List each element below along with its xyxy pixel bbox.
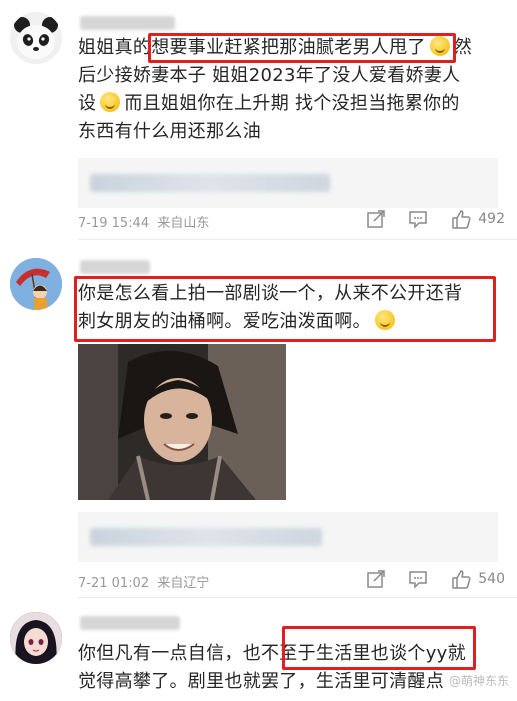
anime-avatar-image bbox=[10, 612, 62, 664]
username-blurred[interactable] bbox=[80, 16, 175, 30]
highlight-box bbox=[148, 33, 456, 63]
quoted-content-blurred[interactable] bbox=[78, 512, 498, 562]
comment-button[interactable] bbox=[408, 209, 428, 229]
comment-1: 姐姐真的想要事业赶紧把那油腻老男人甩了然 后少接娇妻本子 姐姐2023年了没人爱… bbox=[0, 0, 517, 240]
share-button[interactable] bbox=[366, 209, 386, 229]
comment-1-text-part: 而且姐姐你在上升期 找个没担当拖累你的 bbox=[124, 93, 460, 114]
blurred-quote-text bbox=[90, 528, 322, 546]
comment-2: 你是怎么看上拍一部剧谈一个，从来不公开还背 刺女朋友的油桶啊。爱吃油泼面啊。 7… bbox=[0, 240, 517, 598]
comment-icon bbox=[409, 211, 428, 229]
like-count: 540 bbox=[478, 571, 505, 587]
like-button[interactable]: 492 bbox=[450, 208, 505, 230]
think-emoji-icon bbox=[100, 92, 121, 112]
comment-1-text-part: 东西有什么用还那么油 bbox=[78, 121, 261, 142]
comment-1-text-part: 姐姐真的 bbox=[78, 37, 152, 58]
highlight-box bbox=[282, 626, 476, 670]
comment-3-text-part: 你但凡有一点自信，也 bbox=[78, 643, 261, 664]
cartoon-avatar-image bbox=[10, 258, 62, 310]
comment-1-text-part: 然 bbox=[453, 37, 473, 58]
panda-avatar-image bbox=[10, 12, 62, 64]
like-button[interactable]: 540 bbox=[450, 568, 505, 590]
comment-1-meta: 7-19 15:44 来自山东 bbox=[78, 212, 209, 231]
comment-button[interactable] bbox=[408, 569, 428, 589]
comment-3-text-part: 觉得高攀了。剧里也就罢了，生活里可清 bbox=[78, 671, 408, 692]
avatar-anime[interactable] bbox=[10, 612, 62, 664]
username-blurred[interactable] bbox=[80, 616, 180, 630]
comment-3-text-part: 醒点 bbox=[407, 671, 445, 692]
comment-1-line-3: 设 而且姐姐你在上升期 找个没担当拖累你的 bbox=[78, 90, 508, 118]
avatar-panda[interactable] bbox=[10, 12, 62, 64]
username-blurred[interactable] bbox=[80, 260, 150, 274]
comment-2-meta: 7-21 01:02 来自辽宁 bbox=[78, 572, 209, 591]
quoted-content-blurred[interactable] bbox=[78, 158, 498, 208]
comment-2-actions: 540 bbox=[366, 568, 505, 590]
comment-1-line-2: 后少接娇妻本子 姐姐2023年了没人爱看娇妻人 bbox=[78, 62, 508, 90]
share-icon bbox=[367, 570, 386, 588]
comment-1-line-4: 东西有什么用还那么油 bbox=[78, 118, 508, 146]
photo-man-in-costume bbox=[78, 344, 286, 500]
location: 来自山东 bbox=[157, 216, 210, 231]
share-button[interactable] bbox=[366, 569, 386, 589]
comment-1-text-part: 后少接娇妻本子 姐姐2023年了没人爱看娇妻人 bbox=[78, 65, 461, 86]
comment-1-actions: 492 bbox=[366, 208, 505, 230]
highlight-box bbox=[74, 276, 496, 342]
comment-3-line-2: 觉得高攀了。剧里也就罢了，生活里可清醒点 bbox=[78, 668, 508, 696]
comment-3: 你但凡有一点自信，也不至于生活里也谈个yy就 觉得高攀了。剧里也就罢了，生活里可… bbox=[0, 598, 517, 701]
comment-1-text-part: 设 bbox=[78, 93, 97, 114]
thumbs-up-icon bbox=[452, 210, 471, 229]
comment-icon bbox=[409, 571, 428, 589]
location: 来自辽宁 bbox=[157, 576, 210, 591]
drama-still-image[interactable] bbox=[78, 344, 286, 500]
timestamp: 7-21 01:02 bbox=[78, 576, 150, 591]
share-icon bbox=[367, 210, 386, 228]
watermark-text: @萌神东东 bbox=[448, 674, 509, 688]
blurred-quote-text bbox=[90, 174, 330, 192]
timestamp: 7-19 15:44 bbox=[78, 216, 150, 231]
like-count: 492 bbox=[478, 211, 505, 227]
avatar-cartoon[interactable] bbox=[10, 258, 62, 310]
thumbs-up-icon bbox=[452, 570, 471, 589]
